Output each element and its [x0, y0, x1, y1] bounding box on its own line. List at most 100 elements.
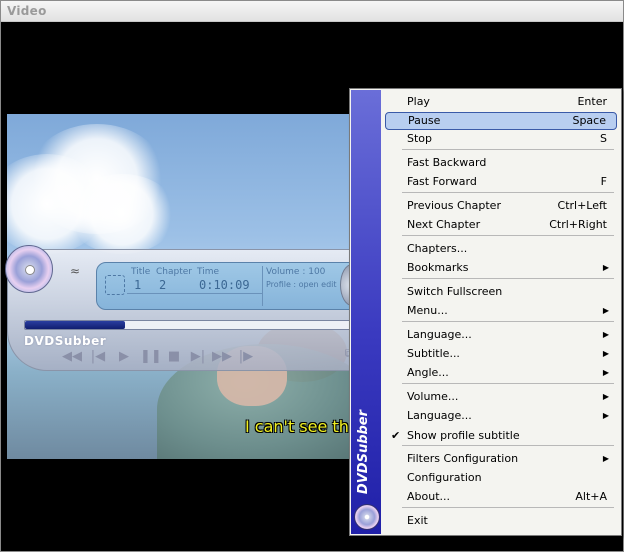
menu-item-shortcut: S — [600, 132, 607, 145]
stop-button[interactable]: ■ — [164, 348, 184, 366]
chapter-value: 2 — [159, 278, 167, 292]
menu-item-label: Play — [407, 95, 430, 108]
menu-item-label: Filters Configuration — [407, 452, 519, 465]
submenu-arrow-icon: ▶ — [602, 263, 609, 272]
menu-item-label: Fast Forward — [407, 175, 477, 188]
menu-item-bookmarks[interactable]: Bookmarks ▶ — [385, 259, 617, 277]
lcd-display: Title Chapter Time 1 2 0:10:09 Volume : … — [96, 262, 358, 310]
menu-item-label: Fast Backward — [407, 156, 487, 169]
play-button[interactable]: ▶ — [114, 348, 134, 366]
pause-button[interactable]: ❚❚ — [140, 348, 162, 366]
menu-disc-icon — [354, 504, 380, 530]
previous-chapter-button[interactable]: |◀ — [88, 348, 108, 366]
menu-separator — [402, 321, 614, 322]
menu-separator — [402, 383, 614, 384]
menu-item-menu[interactable]: Menu... ▶ — [385, 302, 617, 320]
chapter-label: Chapter — [156, 267, 192, 277]
menu-separator — [402, 445, 614, 446]
menu-item-shortcut: F — [600, 175, 607, 188]
menu-side-banner: DVDSubber — [351, 90, 381, 534]
menu-item-label: Angle... — [407, 366, 449, 379]
menu-item-label: Volume... — [407, 390, 459, 403]
lcd-divider — [262, 266, 263, 306]
player-skin: ≈ Title Chapter Time 1 2 0:10:09 Volume … — [1, 245, 364, 371]
title-value: 1 — [134, 278, 142, 292]
menu-item-label: Language... — [407, 409, 472, 422]
menu-item-label: Next Chapter — [407, 218, 481, 231]
context-menu: DVDSubber Play Enter Pause Space Stop S Fast B… — [349, 88, 622, 536]
submenu-arrow-icon: ▶ — [602, 392, 609, 401]
menu-item-label: Chapters... — [407, 242, 468, 255]
lcd-line — [127, 293, 262, 294]
menu-item-label: Configuration — [407, 471, 482, 484]
menu-item-stop[interactable]: Stop S — [385, 130, 617, 148]
menu-item-language[interactable]: Language... ▶ — [385, 326, 617, 344]
video-window: Video I can't see th ≈ Title Chapter Tim… — [0, 0, 624, 552]
menu-item-label: Exit — [407, 514, 428, 527]
submenu-arrow-icon: ▶ — [602, 411, 609, 420]
menu-item-language[interactable]: Language... ▶ — [385, 407, 617, 425]
title-bar[interactable]: Video — [1, 1, 623, 22]
submenu-arrow-icon: ▶ — [602, 349, 609, 358]
menu-item-label: Stop — [407, 132, 433, 145]
menu-item-pause[interactable]: Pause Space — [385, 112, 617, 130]
menu-separator — [402, 149, 614, 150]
menu-item-previous-chapter[interactable]: Previous Chapter Ctrl+Left — [385, 197, 617, 215]
window-title: Video — [7, 4, 47, 18]
menu-item-label: About... — [407, 490, 451, 503]
dvd-disc-icon[interactable] — [5, 245, 53, 293]
cloud-shape — [67, 174, 177, 254]
volume-readout: Volume : 100 — [266, 267, 326, 277]
seek-bar[interactable] — [24, 320, 360, 330]
menu-separator — [402, 278, 614, 279]
profile-readout[interactable]: Profile : open edit — [266, 280, 337, 289]
wave-icon[interactable]: ≈ — [70, 264, 80, 278]
menu-item-chapters[interactable]: Chapters... — [385, 240, 617, 258]
title-label: Title — [131, 267, 151, 277]
seek-progress — [25, 321, 126, 329]
menu-separator — [402, 192, 614, 193]
subtitle-text: I can't see th — [245, 417, 349, 436]
fast-forward-button[interactable]: ▶▶ — [212, 348, 232, 366]
menu-item-play[interactable]: Play Enter — [385, 93, 617, 111]
step-button[interactable]: |▶ — [236, 348, 256, 366]
menu-item-exit[interactable]: Exit — [385, 512, 617, 530]
fullscreen-icon[interactable] — [105, 275, 125, 295]
menu-item-about[interactable]: About... Alt+A — [385, 488, 617, 506]
player-panel: ≈ Title Chapter Time 1 2 0:10:09 Volume … — [7, 249, 364, 371]
menu-item-label: Language... — [407, 328, 472, 341]
menu-item-shortcut: Ctrl+Right — [549, 218, 607, 231]
next-chapter-button[interactable]: ▶| — [188, 348, 208, 366]
menu-item-angle[interactable]: Angle... ▶ — [385, 364, 617, 382]
menu-item-label: Pause — [408, 114, 441, 127]
menu-item-configuration[interactable]: Configuration — [385, 469, 617, 487]
time-label: Time — [197, 267, 220, 277]
player-brand: DVDSubber — [24, 334, 107, 348]
menu-item-switch-fullscreen[interactable]: Switch Fullscreen — [385, 283, 617, 301]
menu-item-shortcut: Enter — [577, 95, 607, 108]
time-value: 0:10:09 — [199, 278, 250, 292]
submenu-arrow-icon: ▶ — [602, 306, 609, 315]
menu-item-label: Menu... — [407, 304, 448, 317]
menu-item-next-chapter[interactable]: Next Chapter Ctrl+Right — [385, 216, 617, 234]
menu-separator — [402, 507, 614, 508]
checkmark-icon: ✔ — [391, 429, 401, 442]
submenu-arrow-icon: ▶ — [602, 368, 609, 377]
menu-item-shortcut: Space — [572, 114, 606, 127]
menu-item-show-profile-subtitle[interactable]: ✔ Show profile subtitle — [385, 427, 617, 445]
submenu-arrow-icon: ▶ — [602, 330, 609, 339]
menu-item-label: Switch Fullscreen — [407, 285, 503, 298]
menu-item-fast-backward[interactable]: Fast Backward — [385, 154, 617, 172]
menu-item-label: Bookmarks — [407, 261, 469, 274]
menu-item-label: Show profile subtitle — [407, 429, 520, 442]
menu-item-subtitle[interactable]: Subtitle... ▶ — [385, 345, 617, 363]
menu-item-volume[interactable]: Volume... ▶ — [385, 388, 617, 406]
menu-item-filters-configuration[interactable]: Filters Configuration ▶ — [385, 450, 617, 468]
menu-separator — [402, 235, 614, 236]
menu-item-fast-forward[interactable]: Fast Forward F — [385, 173, 617, 191]
menu-item-shortcut: Alt+A — [575, 490, 607, 503]
menu-item-shortcut: Ctrl+Left — [557, 199, 607, 212]
fast-backward-button[interactable]: ◀◀ — [62, 348, 82, 366]
menu-item-label: Subtitle... — [407, 347, 460, 360]
menu-item-label: Previous Chapter — [407, 199, 501, 212]
